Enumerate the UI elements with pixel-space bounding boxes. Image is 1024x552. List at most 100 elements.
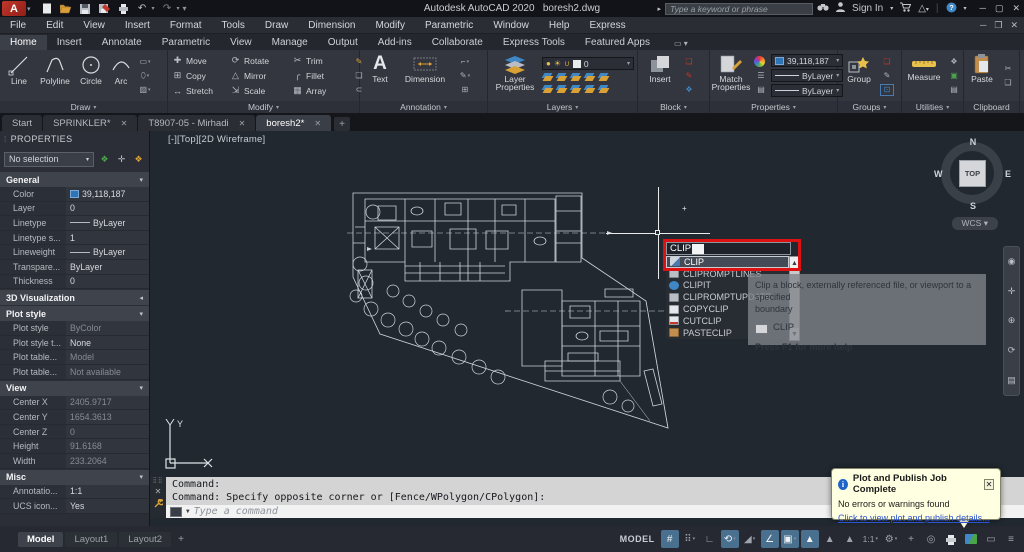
- ribbon-tab-add-ins[interactable]: Add-ins: [368, 35, 422, 50]
- file-tab-start[interactable]: Start: [2, 115, 42, 131]
- ribbon-display-toggle-icon[interactable]: ▭ ▾: [668, 37, 694, 50]
- multileader-tool-icon[interactable]: ✎▾: [458, 70, 472, 82]
- plot-icon[interactable]: [117, 3, 130, 15]
- menu-dimension[interactable]: Dimension: [298, 17, 365, 34]
- command-autocomplete-input[interactable]: CLIP: [666, 242, 791, 255]
- save-icon[interactable]: [79, 3, 92, 15]
- copy-button[interactable]: ⊞Copy: [172, 68, 230, 83]
- clipboard-panel-label[interactable]: Clipboard: [964, 101, 1019, 113]
- polyline-button[interactable]: Polyline: [36, 52, 74, 100]
- layer-unlock-all-icon[interactable]: [570, 84, 581, 94]
- viewcube-south[interactable]: S: [970, 201, 976, 211]
- object-snap-tracking-icon[interactable]: ∠: [761, 530, 779, 548]
- section-plot-style[interactable]: Plot style▾: [0, 306, 149, 321]
- create-block-icon[interactable]: ❏: [682, 56, 696, 68]
- open-file-icon[interactable]: [60, 3, 73, 15]
- hatch-tool-icon[interactable]: ▨▾: [138, 84, 152, 96]
- lineweight-dropdown[interactable]: ByLayer ▾: [771, 84, 843, 97]
- command-window-handle[interactable]: ⣿⣿ ✕: [150, 477, 166, 518]
- property-value[interactable]: ByColor: [66, 321, 149, 335]
- property-value[interactable]: 0: [66, 202, 149, 216]
- file-tab-sprinkler-[interactable]: SPRINKLER*✕: [43, 115, 137, 131]
- snap-mode-icon[interactable]: ⠿▾: [681, 530, 699, 548]
- workspace-switching-icon[interactable]: ⚙▾: [882, 530, 900, 548]
- select-objects-icon[interactable]: ✛: [115, 153, 128, 166]
- layer-unisolate-icon[interactable]: [542, 84, 553, 94]
- annotation-scale-flag-icon[interactable]: ▲: [841, 530, 859, 548]
- annotation-scale-caret-icon[interactable]: ▾: [875, 536, 878, 542]
- trim-button[interactable]: ✂Trim: [292, 53, 350, 68]
- property-value[interactable]: ByLayer: [66, 245, 149, 259]
- search-input[interactable]: Type a keyword or phrase: [665, 3, 813, 15]
- recent-commands-caret-icon[interactable]: ▼: [186, 508, 190, 515]
- ribbon-tab-view[interactable]: View: [220, 35, 262, 50]
- status-menu-icon[interactable]: ≡: [1002, 530, 1020, 548]
- polar-tracking-caret-icon[interactable]: ▾: [733, 536, 736, 542]
- circle-button[interactable]: Circle: [76, 52, 106, 100]
- isolate-objects-icon[interactable]: ◎: [922, 530, 940, 548]
- menu-modify[interactable]: Modify: [366, 17, 415, 34]
- command-grip-icon[interactable]: ⣿⣿: [153, 479, 164, 484]
- object-snap-icon[interactable]: ▣▾: [781, 530, 799, 548]
- insert-block-button[interactable]: Insert: [643, 52, 677, 100]
- edit-block-icon[interactable]: ✎: [682, 70, 696, 82]
- menu-express[interactable]: Express: [579, 17, 635, 34]
- menu-view[interactable]: View: [73, 17, 115, 34]
- ellipse-tool-icon[interactable]: ⬯▾: [138, 70, 152, 82]
- pan-icon[interactable]: ✛: [1008, 286, 1016, 297]
- drawing-area[interactable]: [-][Top][2D Wireframe]: [150, 131, 1024, 526]
- layers-panel-label[interactable]: Layers▾: [488, 101, 637, 113]
- utilities-panel-label[interactable]: Utilities▾: [902, 101, 963, 113]
- layer-properties-button[interactable]: LayerProperties: [492, 52, 538, 100]
- cut-icon[interactable]: ✂: [1001, 63, 1015, 75]
- property-value[interactable]: 1:1: [66, 485, 149, 499]
- undo-caret-icon[interactable]: ▾: [152, 5, 155, 12]
- draw-panel-label[interactable]: Draw▾: [0, 101, 167, 113]
- orbit-icon[interactable]: ⟳: [1008, 345, 1016, 356]
- leader-tool-icon[interactable]: ⌐▾: [458, 56, 472, 68]
- expand-arrow-icon[interactable]: ▾: [139, 310, 143, 318]
- sign-in-button[interactable]: Sign In: [852, 3, 883, 14]
- rectangle-tool-icon[interactable]: ▭▾: [138, 56, 152, 68]
- file-tab-close-icon[interactable]: ✕: [314, 119, 321, 128]
- block-panel-label[interactable]: Block▾: [638, 101, 709, 113]
- property-value[interactable]: 39,118,187: [66, 187, 149, 201]
- redo-caret-icon[interactable]: ▾: [177, 5, 180, 12]
- arc-button[interactable]: Arc: [108, 52, 134, 100]
- section-general[interactable]: General▾: [0, 172, 149, 187]
- menu-file[interactable]: File: [0, 17, 36, 34]
- menu-draw[interactable]: Draw: [255, 17, 298, 34]
- close-button[interactable]: ✕: [1012, 3, 1020, 14]
- text-button[interactable]: A Text: [366, 52, 394, 100]
- full-navigation-wheel-icon[interactable]: ◉: [1008, 256, 1016, 267]
- ortho-mode-icon[interactable]: ∟: [701, 530, 719, 548]
- ribbon-tab-output[interactable]: Output: [318, 35, 368, 50]
- isometric-drafting-caret-icon[interactable]: ▾: [753, 536, 756, 542]
- clean-screen-icon[interactable]: ▭: [982, 530, 1000, 548]
- doc-minimize-button[interactable]: ─: [980, 20, 986, 31]
- layer-freeze-icon[interactable]: [570, 72, 581, 82]
- section-view[interactable]: View▾: [0, 381, 149, 396]
- undo-icon[interactable]: ↶: [136, 3, 149, 15]
- menu-insert[interactable]: Insert: [115, 17, 160, 34]
- ribbon-tab-parametric[interactable]: Parametric: [152, 35, 220, 50]
- scroll-up-icon[interactable]: ▲: [790, 257, 799, 269]
- property-value[interactable]: 0: [66, 425, 149, 439]
- menu-format[interactable]: Format: [160, 17, 212, 34]
- layer-thaw-all-icon[interactable]: [556, 84, 567, 94]
- viewcube-north[interactable]: N: [970, 137, 977, 147]
- fillet-button[interactable]: ╭Fillet: [292, 68, 350, 83]
- sign-in-caret-icon[interactable]: ▾: [890, 5, 893, 12]
- group-edit-icon[interactable]: ✎: [880, 70, 894, 82]
- properties-panel-label[interactable]: Properties▾: [710, 101, 837, 113]
- id-point-icon[interactable]: ▤: [947, 84, 961, 96]
- file-tab-t8907-05-mirhadi[interactable]: T8907-05 - Mirhadi✕: [138, 115, 255, 131]
- property-value[interactable]: 1654.3613: [66, 410, 149, 424]
- search-collapse-icon[interactable]: ▸: [658, 5, 662, 13]
- new-file-icon[interactable]: [41, 3, 54, 15]
- layer-match-icon[interactable]: [598, 72, 609, 82]
- notification-details-link[interactable]: Click to view plot and publish details..…: [838, 513, 994, 523]
- help-icon[interactable]: ?: [946, 2, 957, 16]
- block-attributes-icon[interactable]: ❖: [682, 84, 696, 96]
- line-button[interactable]: Line: [4, 52, 34, 100]
